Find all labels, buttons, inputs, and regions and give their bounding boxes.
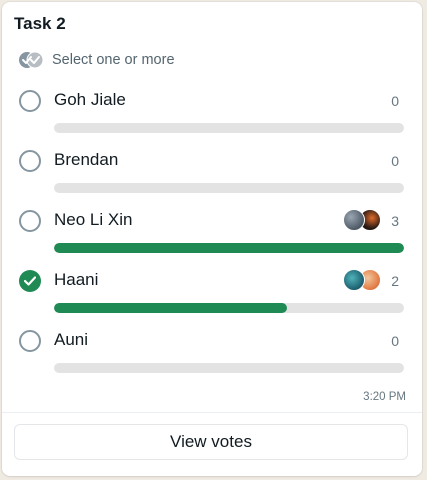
double-check-circle-icon <box>18 51 44 69</box>
option-checkbox[interactable] <box>19 210 41 232</box>
check-icon <box>24 276 36 286</box>
footer-divider <box>2 412 422 413</box>
option-checkbox[interactable] <box>19 150 41 172</box>
option-label: Haani <box>54 270 99 289</box>
option-checkbox[interactable] <box>19 330 41 352</box>
vote-bar-track <box>54 123 404 133</box>
vote-count: 0 <box>391 93 399 109</box>
message-timestamp: 3:20 PM <box>363 391 406 403</box>
option-checkbox-checked[interactable] <box>19 270 41 292</box>
selection-hint-text: Select one or more <box>52 52 175 68</box>
poll-title: Task 2 <box>14 14 66 33</box>
vote-bar-track <box>54 183 404 193</box>
vote-bar-fill <box>54 303 287 313</box>
vote-bar-track <box>54 303 404 313</box>
voter-avatars <box>343 269 383 291</box>
option-label: Auni <box>54 330 89 349</box>
vote-count: 3 <box>391 213 399 229</box>
vote-count: 0 <box>391 333 399 349</box>
voter-avatars <box>343 209 383 231</box>
vote-bar-fill <box>54 243 404 253</box>
option-label: Brendan <box>54 150 119 169</box>
vote-count: 0 <box>391 153 399 169</box>
option-label: Neo Li Xin <box>54 210 133 229</box>
poll-card: Task 2 Select one or more Goh Jiale 0 Bren… <box>2 2 422 476</box>
avatar-voter-3 <box>343 269 365 291</box>
vote-count: 2 <box>391 273 399 289</box>
avatar-voter-1 <box>343 209 365 231</box>
poll-option[interactable]: Auni 0 <box>2 330 422 400</box>
option-checkbox[interactable] <box>19 90 41 112</box>
option-label: Goh Jiale <box>54 90 126 109</box>
selection-hint: Select one or more <box>18 51 175 69</box>
vote-bar-track <box>54 363 404 373</box>
view-votes-button[interactable]: View votes <box>14 424 408 460</box>
vote-bar-track <box>54 243 404 253</box>
